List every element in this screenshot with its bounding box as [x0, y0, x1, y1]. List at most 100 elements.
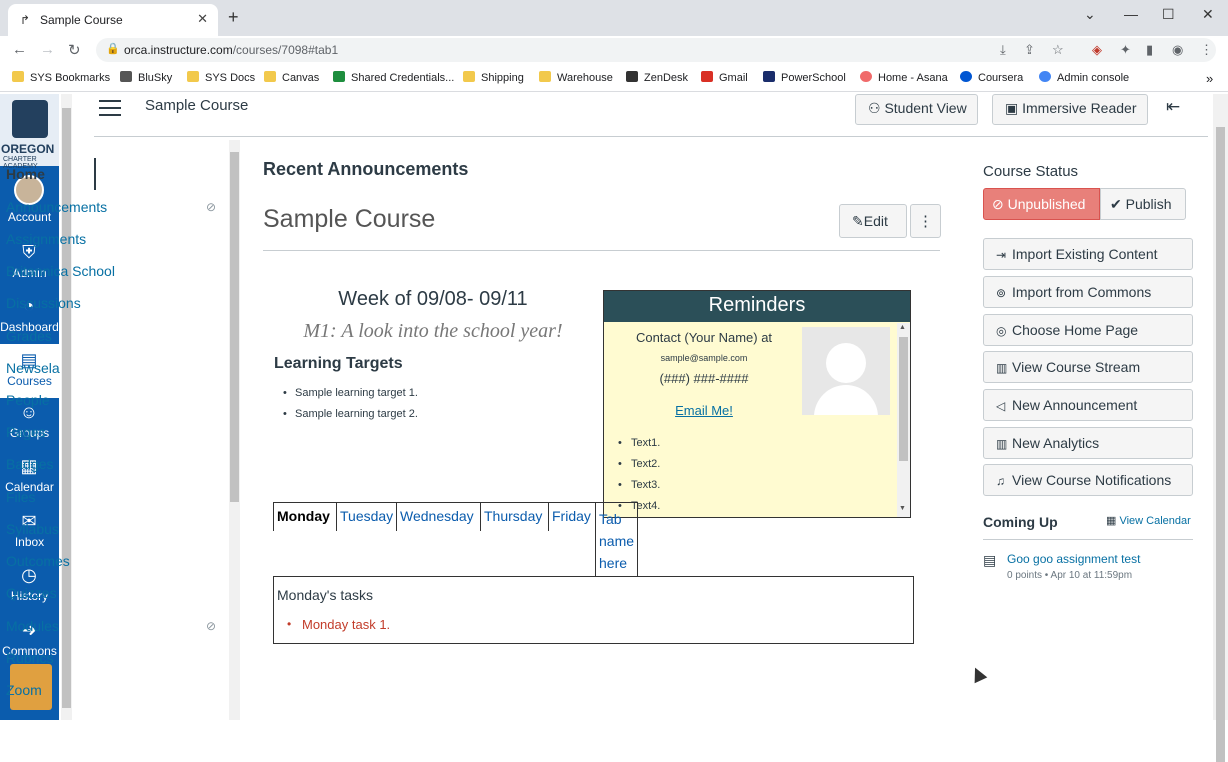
bookmark-item[interactable]: Shipping	[463, 71, 524, 84]
course-status-heading: Course Status	[983, 163, 1079, 180]
event-meta: 0 points • Apr 10 at 11:59pm	[1007, 570, 1133, 581]
course-nav-pages[interactable]: Pages	[6, 424, 46, 440]
course-nav-people[interactable]: People	[6, 392, 50, 408]
course-nav-outcomes[interactable]: Outcomes	[6, 553, 70, 569]
bookmark-item[interactable]: Home - Asana	[860, 71, 948, 84]
tab-wednesday[interactable]: Wednesday	[396, 502, 480, 531]
mouse-cursor-icon	[968, 664, 988, 684]
course-nav-rubrics[interactable]: Rubrics	[6, 650, 53, 666]
bookmark-item[interactable]: ZenDesk	[626, 71, 688, 84]
extension-badge-icon[interactable]: ◈	[1092, 42, 1102, 58]
commons-icon: ⊚	[996, 286, 1007, 300]
view-course-stream-button[interactable]: ▥ View Course Stream	[983, 351, 1193, 383]
course-nav-modules[interactable]: Modules	[6, 618, 59, 634]
course-nav-britannica[interactable]: Britannica School	[6, 263, 115, 279]
view-calendar-link[interactable]: ▦ View Calendar	[1106, 514, 1191, 527]
new-announcement-button[interactable]: ◁ New Announcement	[983, 389, 1193, 421]
student-view-button[interactable]: ⚇ Student View	[855, 94, 978, 125]
contact-email: sample@sample.com	[660, 353, 748, 363]
institution-logo[interactable]: OREGON CHARTER ACADEMY	[0, 94, 59, 170]
lock-icon[interactable]: 🔒	[106, 42, 120, 55]
course-nav-assignments[interactable]: Assignments	[6, 231, 86, 247]
browser-tab[interactable]: ↱ Sample Course ✕	[8, 4, 218, 36]
email-me-link[interactable]: Email Me!	[614, 403, 794, 418]
tab-custom[interactable]: Tab name here	[595, 502, 638, 576]
extensions-icon[interactable]: ✦	[1120, 42, 1131, 58]
event-link[interactable]: Goo goo assignment test	[1007, 552, 1140, 566]
menu-icon[interactable]: ⋮	[1200, 42, 1213, 58]
new-analytics-button[interactable]: ▥ New Analytics	[983, 427, 1193, 459]
tab-search-icon[interactable]: ⌄	[1084, 6, 1096, 23]
side-panel-icon[interactable]: ▮	[1146, 42, 1153, 58]
list-item: Text1.	[631, 437, 661, 449]
reload-icon[interactable]: ↻	[68, 41, 81, 59]
scroll-up-icon[interactable]: ▲	[899, 324, 906, 331]
megaphone-icon: ◁	[996, 399, 1006, 413]
analytics-icon: ▥	[996, 437, 1008, 451]
title-divider	[263, 250, 940, 251]
course-menu-toggle[interactable]	[99, 100, 121, 116]
bookmark-item[interactable]: Coursera	[960, 71, 1023, 84]
new-tab-icon[interactable]: +	[228, 7, 239, 28]
list-item: Text3.	[631, 479, 661, 491]
course-nav-quizzes[interactable]: Quizzes	[6, 585, 57, 601]
global-nav-scrollbar[interactable]	[61, 94, 72, 720]
course-nav-discussions[interactable]: Discussions	[6, 295, 81, 311]
bookmark-item[interactable]: Shared Credentials...	[333, 71, 454, 84]
course-nav-grades[interactable]: Grades	[6, 328, 52, 344]
close-window-icon[interactable]: ✕	[1202, 6, 1214, 23]
view-course-notifications-button[interactable]: ♫ View Course Notifications	[983, 464, 1193, 496]
close-tab-icon[interactable]: ✕	[197, 11, 208, 27]
import-from-commons-button[interactable]: ⊚ Import from Commons	[983, 276, 1193, 308]
reminders-scrollbar[interactable]: ▲ ▼	[897, 323, 910, 517]
publish-button[interactable]: ✔ Publish	[1100, 188, 1186, 220]
bookmark-item[interactable]: PowerSchool	[763, 71, 846, 84]
bookmarks-bar: SYS Bookmarks BluSky SYS Docs Canvas Sha…	[0, 64, 1228, 92]
profile-icon[interactable]: ◉	[1172, 42, 1183, 58]
course-nav-badges[interactable]: Badges	[6, 456, 53, 472]
contact-text: Contact (Your Name) at	[635, 330, 773, 345]
edit-button[interactable]: ✎Edit	[839, 204, 907, 238]
minimize-icon[interactable]: —	[1124, 6, 1138, 22]
unpublished-button[interactable]: ⊘ Unpublished	[983, 188, 1100, 220]
check-circle-icon: ✔	[1110, 196, 1126, 212]
tab-thursday[interactable]: Thursday	[480, 502, 548, 531]
pencil-icon: ✎	[852, 213, 864, 229]
breadcrumb[interactable]: Sample Course	[145, 97, 248, 114]
bookmark-star-icon[interactable]: ☆	[1052, 42, 1064, 58]
bookmark-item[interactable]: SYS Bookmarks	[12, 71, 110, 84]
tab-tuesday[interactable]: Tuesday	[336, 502, 396, 531]
more-bookmarks-icon[interactable]: »	[1206, 71, 1213, 86]
course-nav-home[interactable]: Home	[6, 166, 45, 182]
bookmark-item[interactable]: Canvas	[264, 71, 319, 84]
bookmark-item[interactable]: SYS Docs	[187, 71, 255, 84]
url-input[interactable]: 🔒 orca.instructure.com/courses/7098#tab1…	[96, 38, 1216, 62]
tab-friday[interactable]: Friday	[548, 502, 595, 531]
back-icon[interactable]: ←	[12, 41, 27, 58]
bookmark-item[interactable]: BluSky	[120, 71, 172, 84]
forward-icon[interactable]: →	[40, 41, 55, 58]
tab-monday[interactable]: Monday	[273, 502, 336, 531]
collapse-sidebar-icon[interactable]: ⇤	[1166, 97, 1180, 117]
target-icon: ◎	[996, 324, 1007, 338]
coursera-icon	[960, 71, 972, 82]
course-nav-scrollbar[interactable]	[229, 140, 240, 720]
import-existing-content-button[interactable]: ⇥ Import Existing Content	[983, 238, 1193, 270]
bookmark-item[interactable]: Warehouse	[539, 71, 613, 84]
course-nav-syllabus[interactable]: Syllabus	[6, 521, 59, 537]
page-scrollbar[interactable]	[1213, 94, 1228, 762]
immersive-reader-button[interactable]: ▣ Immersive Reader	[992, 94, 1148, 125]
share-icon[interactable]: ⇪	[1024, 42, 1035, 58]
course-nav-newsela[interactable]: Newsela	[6, 360, 60, 376]
bookmark-item[interactable]: Gmail	[701, 71, 748, 84]
course-nav-files[interactable]: Files	[6, 489, 36, 505]
install-icon[interactable]: ⤓	[1000, 42, 1006, 58]
choose-home-page-button[interactable]: ◎ Choose Home Page	[983, 314, 1193, 346]
bookmark-item[interactable]: Admin console	[1039, 71, 1129, 84]
course-nav-zoom[interactable]: Zoom	[6, 682, 42, 698]
maximize-icon[interactable]: ☐	[1162, 6, 1175, 23]
more-options-icon[interactable]: ⋮	[910, 204, 941, 238]
scroll-down-icon[interactable]: ▼	[899, 505, 906, 512]
course-nav-announcements[interactable]: Announcements	[6, 199, 107, 215]
active-indicator	[94, 158, 96, 190]
